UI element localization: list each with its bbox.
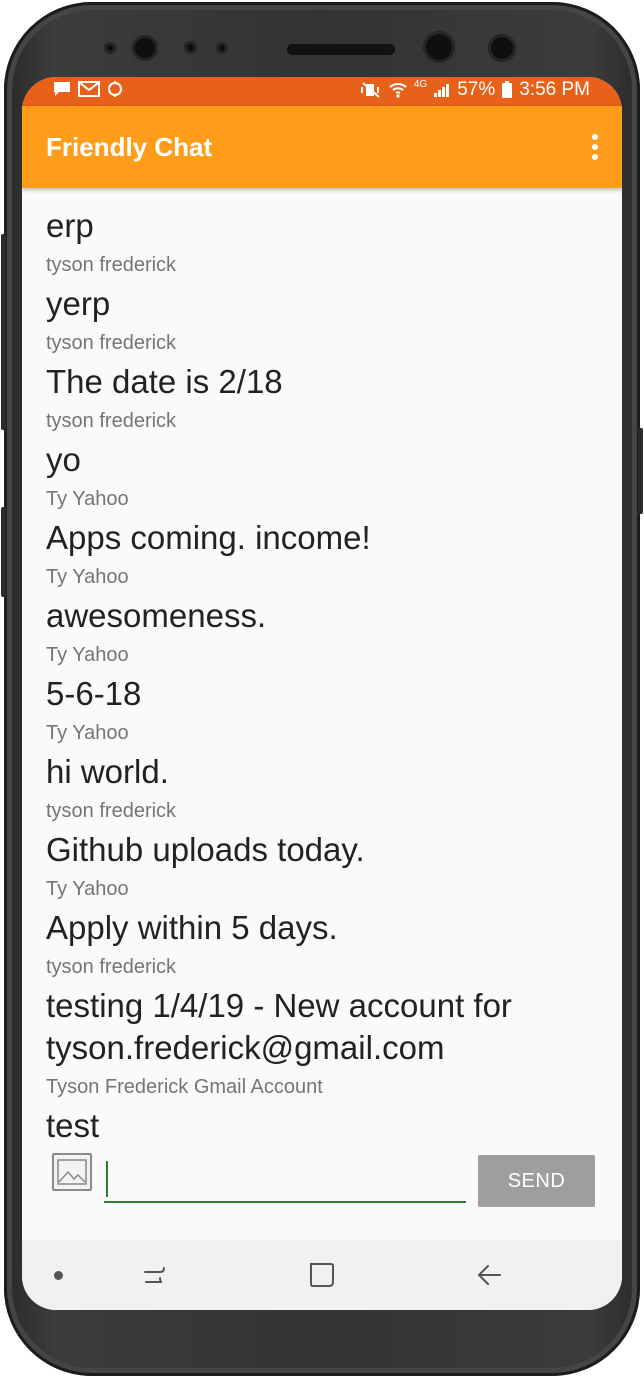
message-text: hi world.	[46, 753, 169, 790]
wifi-icon	[389, 83, 407, 98]
lte-4g-icon: 4G	[413, 79, 428, 90]
message-text: yerp	[46, 285, 111, 322]
chat-bubble-icon	[54, 82, 70, 96]
iris-scanner-icon	[423, 31, 455, 63]
message-sender: Ty Yahoo	[46, 644, 129, 666]
nav-dot-icon[interactable]	[54, 1271, 63, 1280]
message-sender: tyson frederick	[46, 410, 177, 432]
list-item: yo Ty Yahoo	[46, 439, 606, 517]
message-text: testing 1/4/19 - New account for tyson.f…	[46, 987, 512, 1066]
overflow-menu-icon[interactable]	[590, 134, 600, 160]
app-toolbar: Friendly Chat	[22, 106, 622, 188]
message-list[interactable]: erp tyson frederick yerp tyson frederick The…	[46, 205, 606, 1147]
earpiece-speaker	[287, 44, 395, 55]
message-text: erp	[46, 207, 94, 244]
list-item: erp tyson frederick	[46, 205, 606, 283]
vibrate-mute-icon	[360, 82, 380, 98]
add-image-icon[interactable]	[52, 1153, 92, 1191]
navigation-bar	[22, 1240, 622, 1310]
message-composer: SEND	[22, 1147, 622, 1217]
message-text: awesomeness.	[46, 597, 267, 634]
message-sender: Ty Yahoo	[46, 722, 129, 744]
home-icon[interactable]	[308, 1260, 336, 1290]
signal-icon	[434, 84, 450, 97]
message-text: Apply within 5 days.	[46, 909, 338, 946]
message-sender: tyson frederick	[46, 254, 177, 276]
message-text: Github uploads today.	[46, 831, 365, 868]
list-item: Apps coming. income! Ty Yahoo	[46, 517, 606, 595]
text-cursor	[106, 1161, 108, 1197]
gmail-icon	[78, 81, 100, 97]
iris-led-icon	[488, 34, 516, 62]
notification-icons	[52, 80, 124, 98]
message-sender: Ty Yahoo	[46, 878, 129, 900]
message-text: yo	[46, 441, 81, 478]
recent-apps-icon[interactable]	[140, 1260, 170, 1290]
message-input[interactable]	[104, 1155, 466, 1203]
system-status: 4G 57% 3:56 PM	[360, 79, 590, 101]
app-title: Friendly Chat	[46, 132, 213, 162]
power-button	[638, 428, 643, 514]
message-sender: tyson frederick	[46, 800, 177, 822]
list-item: awesomeness. Ty Yahoo	[46, 595, 606, 673]
volume-button	[1, 234, 6, 430]
message-text: The date is 2/18	[46, 363, 283, 400]
status-bar: 4G 57% 3:56 PM	[22, 77, 622, 106]
list-item: Github uploads today. Ty Yahoo	[46, 829, 606, 907]
status-time: 3:56 PM	[519, 79, 590, 100]
sensor-icon	[216, 42, 228, 54]
app-screen: 4G 57% 3:56 PM Friendly Chat erp tyson fr…	[22, 77, 622, 1310]
bixby-button	[1, 507, 6, 597]
list-item: test	[46, 1105, 606, 1147]
list-item: 5-6-18 Ty Yahoo	[46, 673, 606, 751]
message-text: test	[46, 1107, 100, 1144]
sensor-icon	[104, 42, 116, 54]
message-sender: tyson frederick	[46, 332, 177, 354]
list-item: testing 1/4/19 - New account for tyson.f…	[46, 985, 606, 1105]
back-icon[interactable]	[474, 1260, 504, 1290]
message-sender: Tyson Frederick Gmail Account	[46, 1076, 323, 1098]
sensor-icon	[184, 41, 197, 54]
list-item: The date is 2/18 tyson frederick	[46, 361, 606, 439]
list-item: Apply within 5 days. tyson frederick	[46, 907, 606, 985]
message-text: Apps coming. income!	[46, 519, 371, 556]
send-button[interactable]: SEND	[478, 1155, 595, 1207]
message-sender: Ty Yahoo	[46, 488, 129, 510]
list-item: hi world. tyson frederick	[46, 751, 606, 829]
battery-percent: 57%	[457, 79, 496, 100]
message-sender: Ty Yahoo	[46, 566, 129, 588]
front-camera-icon	[132, 35, 158, 61]
android-wear-icon	[108, 81, 122, 97]
message-sender: tyson frederick	[46, 956, 177, 978]
message-text: 5-6-18	[46, 675, 142, 712]
list-item: yerp tyson frederick	[46, 283, 606, 361]
battery-icon	[502, 81, 513, 98]
